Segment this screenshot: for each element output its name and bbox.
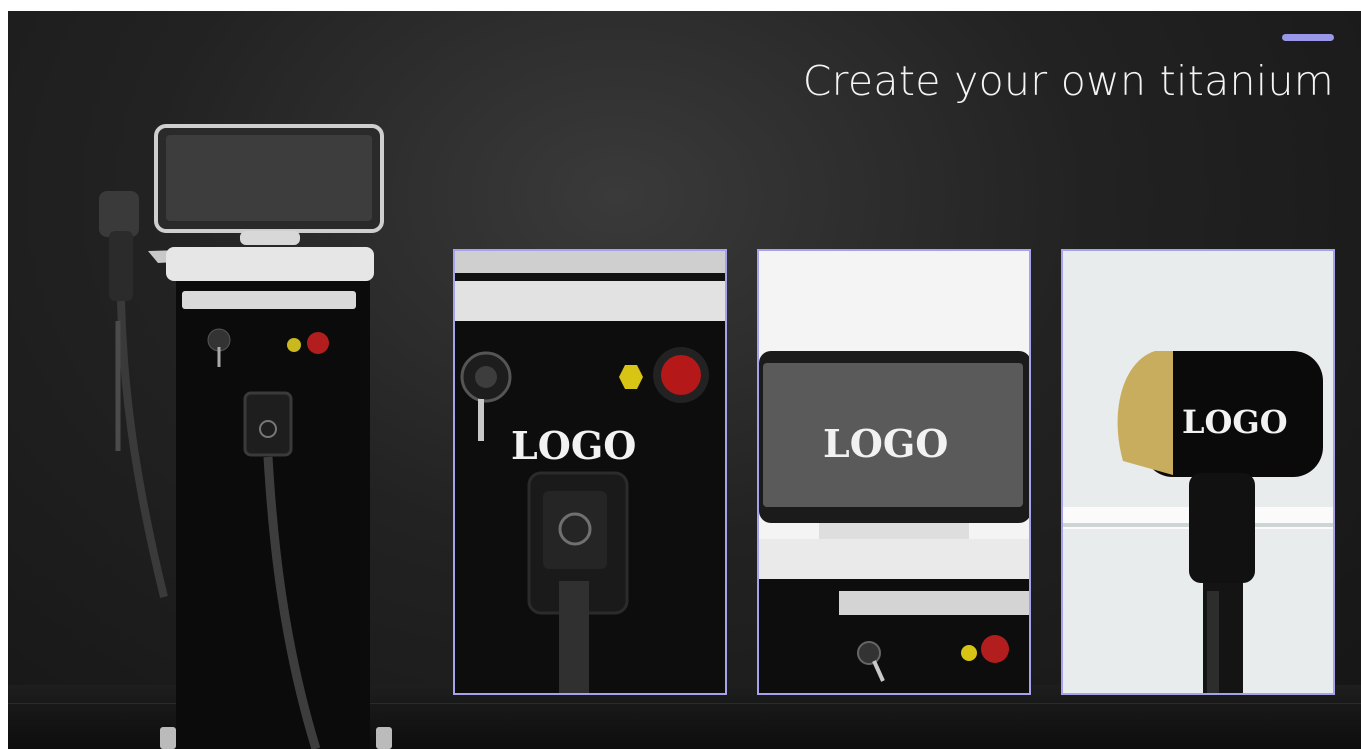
logo-text: LOGO	[1182, 403, 1288, 441]
logo-text: LOGO	[511, 423, 637, 468]
screen-image	[759, 351, 1029, 693]
logo-text: LOGO	[823, 421, 949, 466]
detail-panel-screen: LOGO	[757, 249, 1031, 695]
control-panel-image	[455, 251, 725, 693]
detail-panel-control: LOGO	[453, 249, 727, 695]
headline: Create your own titanium	[802, 57, 1334, 105]
detail-panel-handpiece: LOGO	[1061, 249, 1335, 695]
accent-bar	[1282, 34, 1334, 41]
machine-product-image	[99, 124, 392, 749]
hero-banner: Create your own titanium LOGO LOGO LOGO	[8, 11, 1361, 749]
handpiece-image	[1063, 351, 1333, 693]
